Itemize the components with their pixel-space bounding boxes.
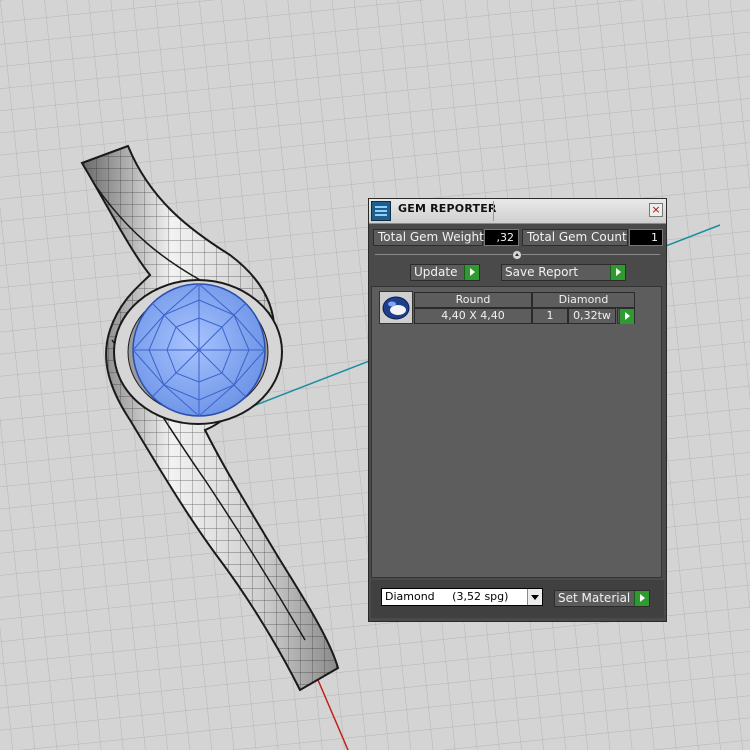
gem-reporter-icon [371, 201, 391, 221]
set-material-button[interactable]: Set Material [554, 590, 650, 607]
gem-size-cell: 4,40 X 4,40 [414, 308, 532, 324]
gem-shape-header: Round [414, 292, 532, 308]
title-separator [493, 201, 494, 221]
gem-icon[interactable] [379, 291, 413, 324]
collapse-handle[interactable] [512, 250, 522, 260]
gem-count-cell: 1 [532, 308, 568, 324]
play-icon [464, 265, 479, 280]
play-icon [619, 309, 634, 324]
material-select[interactable]: Diamond (3,52 spg) [381, 588, 543, 606]
gem-material-header: Diamond [532, 292, 635, 308]
total-gem-count-label: Total Gem Count [522, 229, 628, 246]
close-icon[interactable]: × [649, 203, 663, 217]
gem-model[interactable] [132, 283, 266, 417]
total-gem-weight-value: ,32 [484, 229, 519, 246]
gem-list [371, 286, 662, 578]
play-icon [634, 591, 649, 606]
save-report-button[interactable]: Save Report [501, 264, 626, 281]
gem-row-action-button[interactable] [617, 308, 635, 324]
dropdown-arrow-icon[interactable] [527, 589, 542, 605]
save-report-label: Save Report [505, 265, 579, 279]
material-spg: (3,52 spg) [452, 590, 509, 603]
gem-reporter-panel: GEM REPORTER × Total Gem Weight ,32 Tota… [368, 198, 667, 622]
total-gem-weight-label: Total Gem Weight [373, 229, 484, 246]
total-gem-count-value: 1 [629, 229, 663, 246]
set-material-label: Set Material [558, 591, 631, 605]
play-icon [610, 265, 625, 280]
update-button[interactable]: Update [410, 264, 480, 281]
update-button-label: Update [414, 265, 458, 279]
panel-titlebar[interactable]: GEM REPORTER × [369, 199, 666, 224]
material-name: Diamond [385, 590, 435, 603]
gem-weight-cell: 0,32tw [568, 308, 616, 324]
panel-title: GEM REPORTER [398, 202, 497, 215]
